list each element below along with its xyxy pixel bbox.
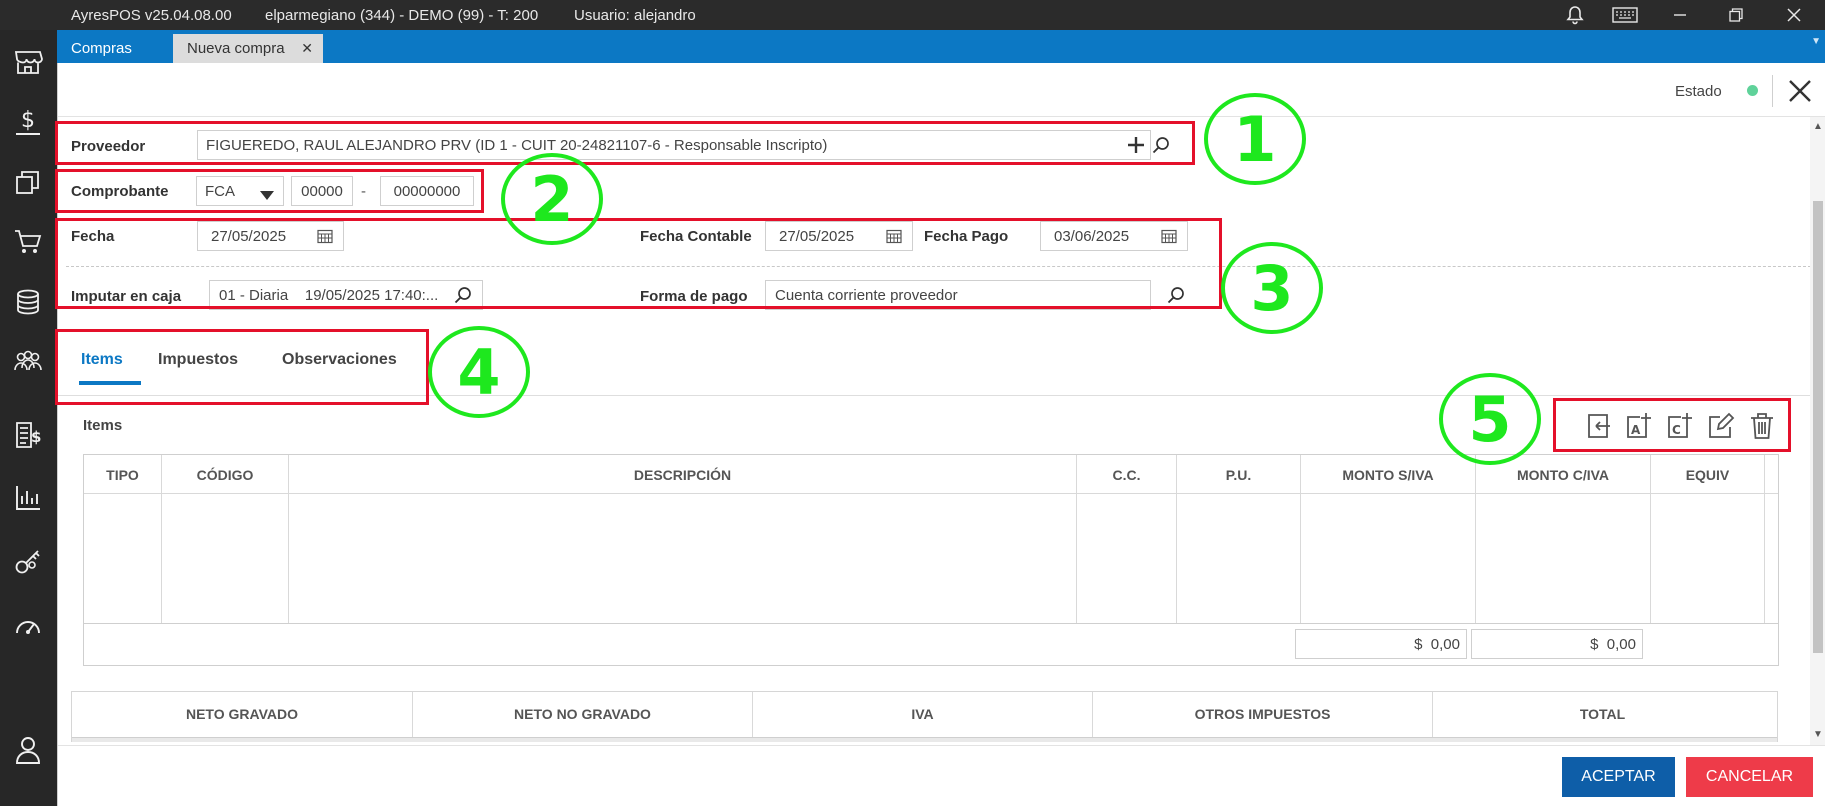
- form-footer: [58, 745, 1825, 806]
- column-divider: [1176, 455, 1177, 623]
- totals-header-total: TOTAL: [1579, 706, 1626, 722]
- annotation-box-4: [55, 329, 429, 405]
- column-header-cc[interactable]: C.C.: [1077, 467, 1176, 483]
- tab-label: Compras: [71, 40, 132, 57]
- scroll-up-icon[interactable]: ▲: [1813, 121, 1823, 132]
- total-monto-civa: $ 0,00: [1471, 629, 1643, 659]
- annotation-number-3: 3: [1221, 242, 1323, 334]
- total-monto-civa-value: $ 0,00: [1590, 636, 1636, 653]
- column-divider: [161, 455, 162, 623]
- column-header-pu[interactable]: P.U.: [1177, 467, 1300, 483]
- tab-label: Nueva compra: [187, 40, 285, 57]
- bell-icon[interactable]: [1552, 0, 1598, 30]
- column-divider: [288, 455, 289, 623]
- annotation-number-4: 4: [428, 326, 530, 418]
- chart-icon[interactable]: [8, 478, 48, 518]
- cart-icon[interactable]: [8, 222, 48, 262]
- items-table: TIPO CÓDIGO DESCRIPCIÓN C.C. P.U. MONTO …: [83, 454, 1779, 666]
- annotation-box-5: [1553, 398, 1791, 452]
- column-header-monto-civa[interactable]: MONTO C/IVA: [1476, 467, 1650, 483]
- column-divider: [752, 692, 753, 742]
- scroll-down-icon[interactable]: ▼: [1813, 729, 1823, 740]
- keys-icon[interactable]: [8, 542, 48, 582]
- totals-header-neto-no-gravado: NETO NO GRAVADO: [514, 706, 651, 722]
- company-info: elparmegiano (344) - DEMO (99) - T: 200: [265, 7, 539, 24]
- dollar-icon[interactable]: $: [8, 102, 48, 142]
- user-icon[interactable]: [8, 730, 48, 770]
- gauge-icon[interactable]: [8, 605, 48, 645]
- close-icon[interactable]: [1771, 0, 1817, 30]
- totals-table: NETO GRAVADO NETO NO GRAVADO IVA OTROS I…: [71, 691, 1778, 742]
- scrollbar-thumb[interactable]: [1813, 201, 1823, 653]
- status-label: Estado: [1675, 83, 1722, 100]
- svg-text:$: $: [31, 428, 41, 446]
- column-divider: [1650, 455, 1651, 623]
- main-sidebar: $ $: [0, 30, 57, 806]
- totals-header-neto-gravado: NETO GRAVADO: [185, 706, 298, 722]
- column-divider: [1092, 692, 1093, 742]
- annotation-box-2: [55, 169, 484, 213]
- column-header-monto-siva[interactable]: MONTO S/IVA: [1301, 467, 1475, 483]
- column-header-equiv[interactable]: EQUIV: [1651, 467, 1764, 483]
- column-divider: [1432, 692, 1433, 742]
- column-header-codigo[interactable]: CÓDIGO: [162, 467, 288, 483]
- svg-text:$: $: [21, 108, 35, 133]
- copy-icon[interactable]: [8, 162, 48, 202]
- column-header-tipo[interactable]: TIPO: [84, 467, 161, 483]
- items-table-header: TIPO CÓDIGO DESCRIPCIÓN C.C. P.U. MONTO …: [84, 455, 1778, 494]
- store-icon[interactable]: [8, 42, 48, 82]
- tab-compras[interactable]: Compras: [57, 34, 146, 63]
- minimize-icon[interactable]: [1657, 0, 1703, 30]
- annotation-box-3: [55, 218, 1222, 309]
- column-divider: [1300, 455, 1301, 623]
- tab-close-icon[interactable]: ✕: [301, 40, 313, 57]
- table-footer-divider: [84, 623, 1778, 624]
- annotation-number-1: 1: [1204, 93, 1306, 185]
- database-icon[interactable]: [8, 282, 48, 322]
- divider: [1772, 75, 1773, 107]
- invoice-icon[interactable]: $: [8, 415, 48, 455]
- restore-icon[interactable]: [1713, 0, 1759, 30]
- column-header-descripcion[interactable]: DESCRIPCIÓN: [289, 467, 1076, 483]
- status-dot: [1747, 85, 1758, 96]
- tab-nueva-compra[interactable]: Nueva compra ✕: [173, 34, 323, 63]
- annotation-number-2: 2: [501, 153, 603, 245]
- header-divider: [58, 116, 1825, 117]
- annotation-box-1: [55, 121, 1195, 165]
- user-info: Usuario: alejandro: [574, 7, 696, 24]
- total-monto-siva-value: $ 0,00: [1414, 636, 1460, 653]
- column-divider: [412, 692, 413, 742]
- cancel-button[interactable]: CANCELAR: [1686, 757, 1813, 797]
- column-divider: [1475, 455, 1476, 623]
- users-icon[interactable]: [8, 342, 48, 382]
- column-divider: [1764, 455, 1765, 623]
- tab-bar: Compras Nueva compra ✕ ▼: [57, 30, 1825, 63]
- purchase-form: Estado Proveedor FIGUEREDO, RAUL ALEJAND…: [55, 63, 1825, 806]
- vertical-scrollbar[interactable]: ▲ ▼: [1810, 117, 1825, 745]
- totals-header-otros-impuestos: OTROS IMPUESTOS: [1194, 706, 1331, 722]
- total-monto-siva: $ 0,00: [1295, 629, 1467, 659]
- app-version: AyresPOS v25.04.08.00: [71, 7, 232, 24]
- title-bar: AyresPOS v25.04.08.00 elparmegiano (344)…: [0, 0, 1825, 30]
- tabs-overflow-icon[interactable]: ▼: [1811, 36, 1821, 47]
- items-title: Items: [83, 417, 123, 434]
- close-form-icon[interactable]: [1786, 77, 1814, 105]
- keyboard-icon[interactable]: [1602, 0, 1648, 30]
- column-divider: [1076, 455, 1077, 623]
- annotation-number-5: 5: [1439, 373, 1541, 465]
- totals-header-iva: IVA: [911, 706, 934, 722]
- accept-button[interactable]: ACEPTAR: [1562, 757, 1675, 797]
- totals-row: [72, 737, 1777, 742]
